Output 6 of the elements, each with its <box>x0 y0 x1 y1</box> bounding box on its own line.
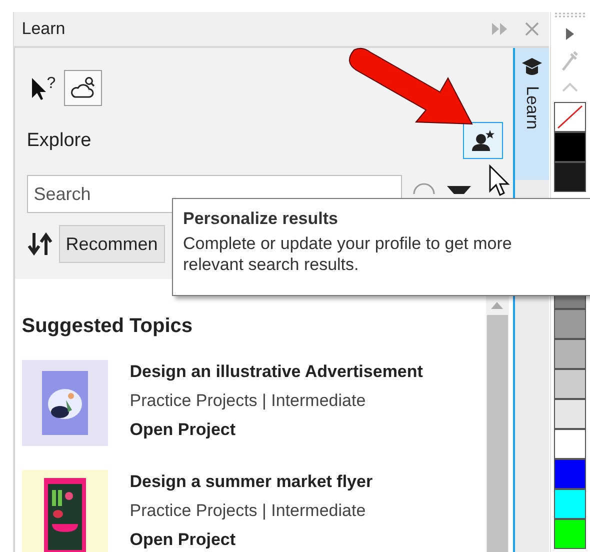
section-heading: Suggested Topics <box>22 315 194 338</box>
topic-meta: Practice Projects | Intermediate <box>130 391 367 411</box>
explore-heading: Explore <box>26 130 92 152</box>
topic-meta: Practice Projects | Intermediate <box>130 501 367 521</box>
tooltip-text: Complete or update your profile to get more relevant search results. <box>183 233 513 276</box>
panel-title: Learn <box>22 19 66 39</box>
